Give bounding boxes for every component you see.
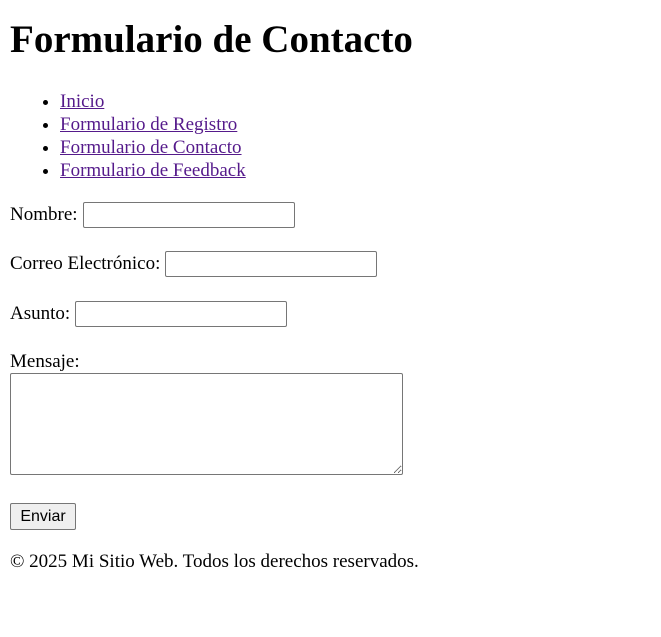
nav-item-inicio: Inicio [60,90,246,113]
correo-label: Correo Electrónico: [10,253,161,274]
footer-text: © 2025 Mi Sitio Web. Todos los derechos … [10,551,419,572]
mensaje-label: Mensaje: [10,351,80,372]
enviar-button[interactable]: Enviar [10,503,76,530]
nav-list: Inicio Formulario de Registro Formulario… [10,90,246,182]
nav-link-contacto[interactable]: Formulario de Contacto [60,137,242,158]
asunto-input[interactable] [75,301,288,327]
footer: © 2025 Mi Sitio Web. Todos los derechos … [10,550,419,573]
nav-link-registro[interactable]: Formulario de Registro [60,114,237,135]
asunto-row: Asunto: [10,301,288,327]
mensaje-textarea[interactable] [10,373,403,475]
nav-link-feedback[interactable]: Formulario de Feedback [60,160,246,181]
nav-item-registro: Formulario de Registro [60,113,246,136]
nav-item-feedback: Formulario de Feedback [60,159,246,182]
nav-link-inicio[interactable]: Inicio [60,91,104,112]
correo-row: Correo Electrónico: [10,251,378,277]
nav-item-contacto: Formulario de Contacto [60,136,246,159]
page-title: Formulario de Contacto [10,18,413,61]
nombre-label: Nombre: [10,204,78,225]
correo-input[interactable] [165,251,378,277]
asunto-label: Asunto: [10,303,71,324]
nombre-row: Nombre: [10,202,295,228]
nombre-input[interactable] [82,202,295,228]
